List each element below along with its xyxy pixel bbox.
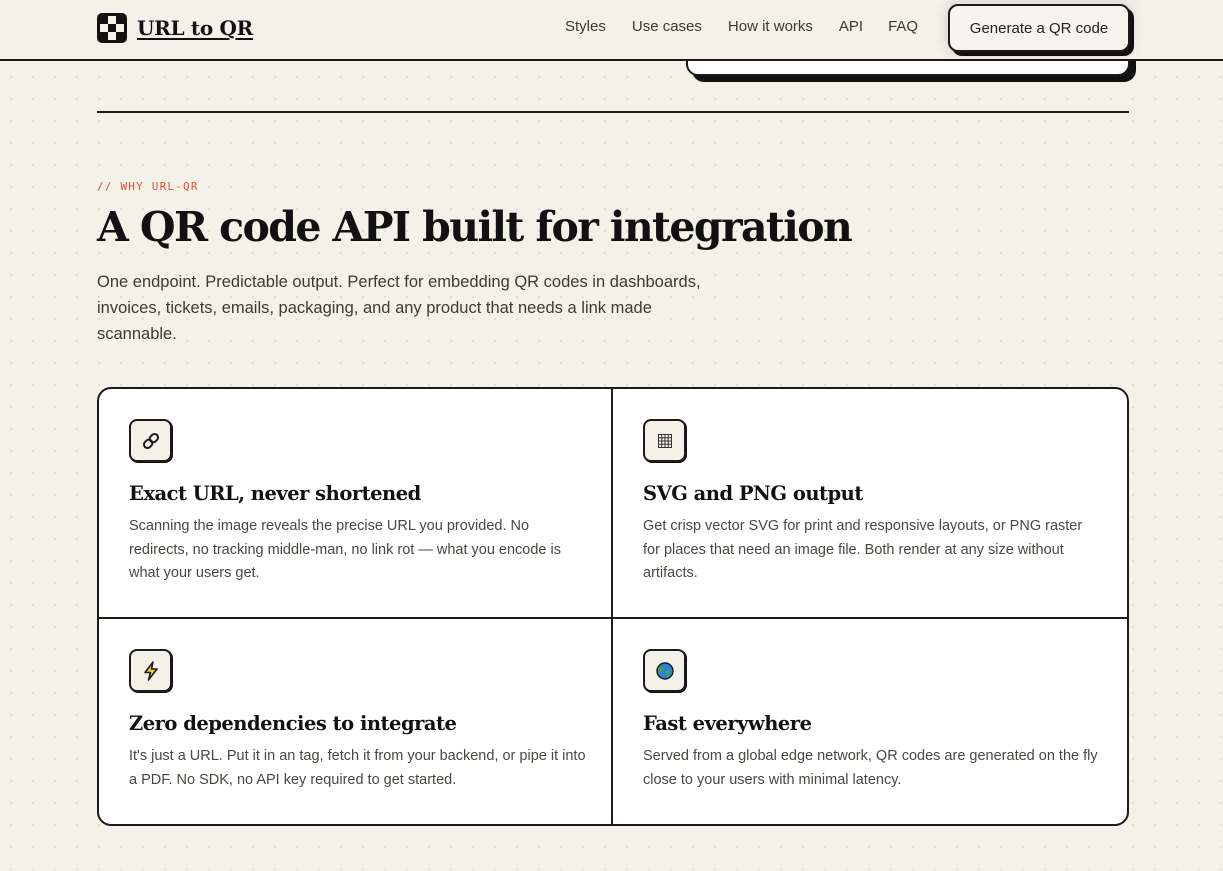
feature-title: SVG and PNG output <box>643 482 863 505</box>
feature-title: Exact URL, never shortened <box>129 482 421 505</box>
nav-link-faq[interactable]: FAQ <box>888 18 918 35</box>
feature-description: It's just a URL. Put it in an tag, fetch… <box>129 748 586 788</box>
link-icon <box>129 419 172 462</box>
nav-link-styles[interactable]: Styles <box>565 18 606 35</box>
nav-link-use-cases[interactable]: Use cases <box>632 18 702 35</box>
feature-description: Scanning the image reveals the precise U… <box>129 518 561 581</box>
feature-title: Fast everywhere <box>643 712 812 735</box>
brand-name: URL to QR <box>137 16 253 40</box>
feature-description: Get crisp vector SVG for print and respo… <box>643 518 1083 581</box>
site-header: URL to QR Styles Use cases How it works … <box>0 0 1223 61</box>
lightning-icon <box>129 649 172 692</box>
feature-card-svg-png: SVG and PNG output Get crisp vector SVG … <box>613 389 1127 619</box>
feature-card-exact-url: Exact URL, never shortened Scanning the … <box>99 389 613 619</box>
features-grid: Exact URL, never shortened Scanning the … <box>97 387 1129 826</box>
brand-link[interactable]: URL to QR <box>97 13 253 43</box>
feature-card-fast: Fast everywhere Served from a global edg… <box>613 619 1127 824</box>
section-divider <box>97 111 1129 113</box>
feature-card-zero-deps: Zero dependencies to integrate It's just… <box>99 619 613 824</box>
section-title: A QR code API built for integration <box>97 203 853 251</box>
feature-description: Served from a global edge network, QR co… <box>643 748 1098 788</box>
grid-icon <box>643 419 686 462</box>
qr-logo-icon <box>97 13 127 43</box>
main-nav: Styles Use cases How it works API FAQ <box>565 18 944 35</box>
section-lede: One endpoint. Predictable output. Perfec… <box>97 273 701 343</box>
generate-qr-button[interactable]: Generate a QR code <box>948 4 1130 52</box>
nav-link-api[interactable]: API <box>839 18 863 35</box>
nav-link-how-it-works[interactable]: How it works <box>728 18 813 35</box>
feature-title: Zero dependencies to integrate <box>129 712 457 735</box>
globe-icon <box>643 649 686 692</box>
section-eyebrow: // WHY URL-QR <box>97 180 199 193</box>
